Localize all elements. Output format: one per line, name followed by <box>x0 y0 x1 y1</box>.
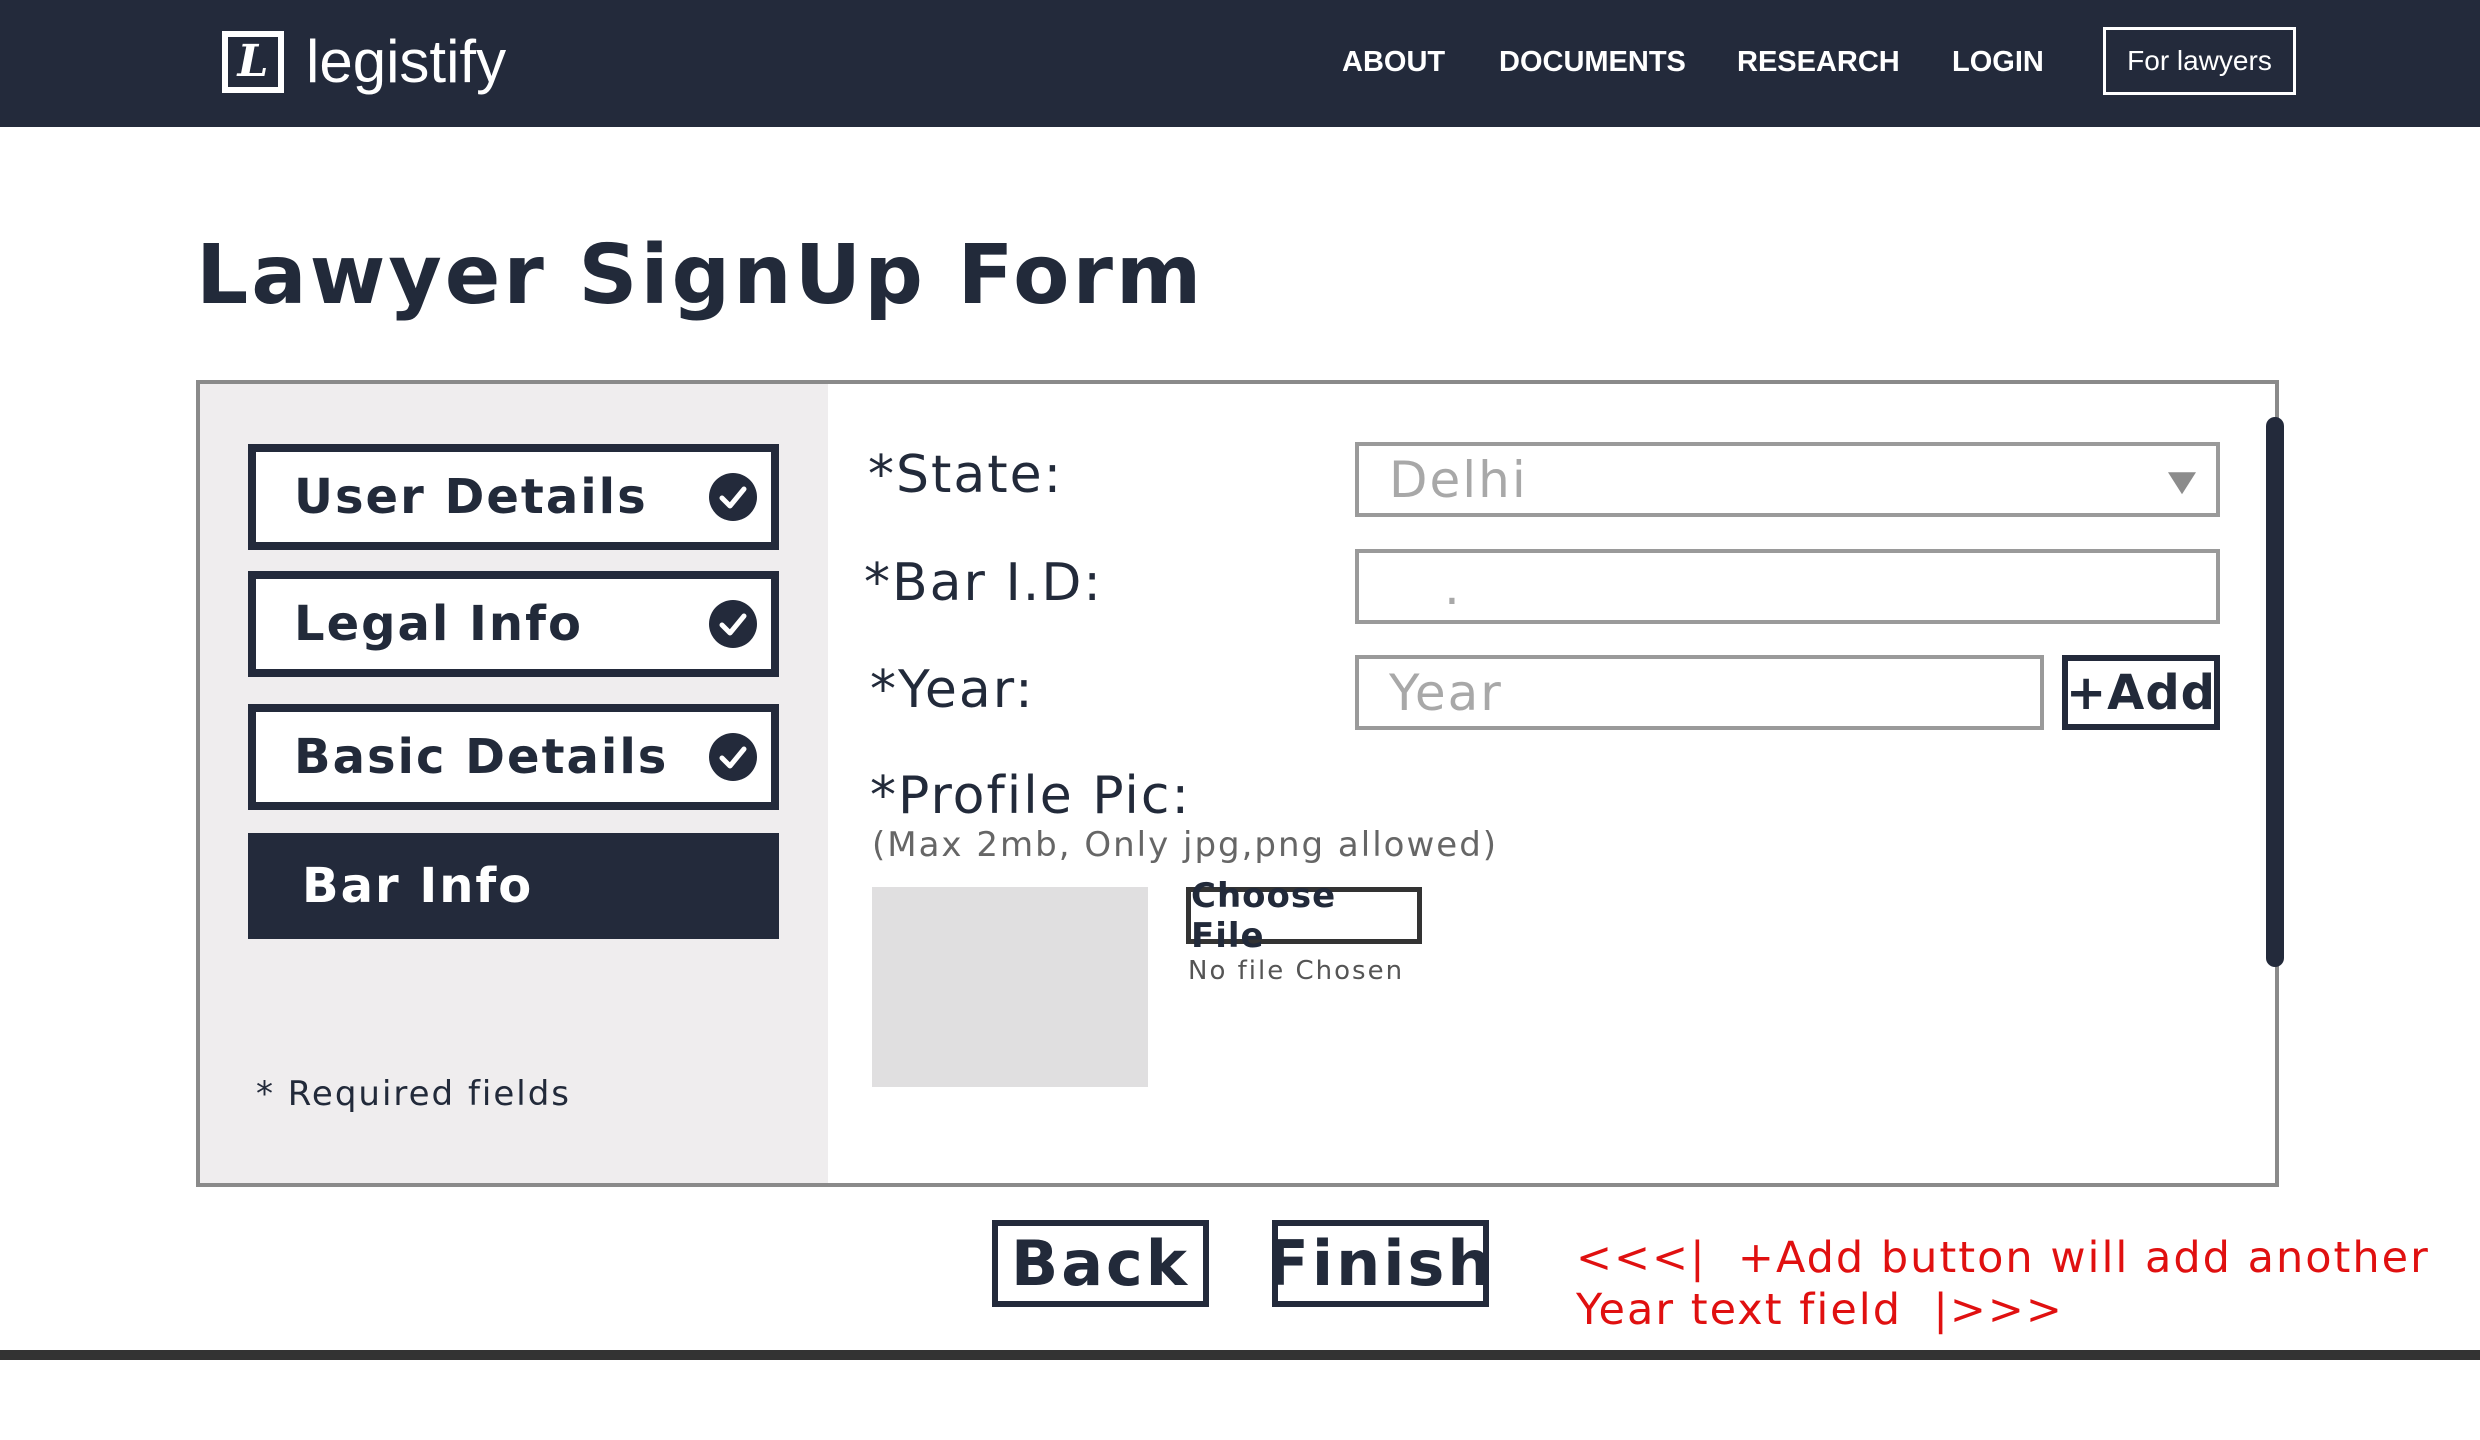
signup-page: L legistify ABOUT DOCUMENTS RESEARCH LOG… <box>0 0 2480 1440</box>
top-navbar: L legistify ABOUT DOCUMENTS RESEARCH LOG… <box>0 0 2480 127</box>
required-fields-note: * Required fields <box>256 1074 572 1114</box>
step-legal-info[interactable]: Legal Info <box>248 571 779 677</box>
annotation-line: <<<| +Add button will add another <box>1576 1233 2430 1283</box>
year-label: *Year: <box>870 660 1035 720</box>
state-select-value: Delhi <box>1389 450 1528 509</box>
state-label: *State: <box>868 445 1064 505</box>
logo-mark-icon: L <box>222 31 284 93</box>
step-user-details[interactable]: User Details <box>248 444 779 550</box>
finish-button[interactable]: Finish <box>1266 1220 1492 1307</box>
check-circle-icon <box>709 473 757 521</box>
step-bar-info[interactable]: Bar Info <box>248 833 779 939</box>
annotation-note: <<<| +Add button will add another Year t… <box>1576 1232 2430 1336</box>
nav-link-documents[interactable]: DOCUMENTS <box>1499 46 1686 79</box>
profile-pic-label: *Profile Pic: <box>870 766 1191 826</box>
state-select[interactable]: Delhi <box>1355 442 2220 517</box>
file-status: No file Chosen <box>1188 956 1405 986</box>
for-lawyers-button[interactable]: For lawyers <box>2103 27 2296 95</box>
step-label: Bar Info <box>302 858 534 914</box>
logo-text: legistify <box>306 28 507 95</box>
logo[interactable]: L legistify <box>222 30 506 94</box>
check-circle-icon <box>709 733 757 781</box>
check-circle-icon <box>709 600 757 648</box>
page-title: Lawyer SignUp Form <box>196 228 1205 323</box>
choose-file-button[interactable]: Choose File <box>1186 876 1422 956</box>
step-label: Basic Details <box>294 729 669 785</box>
chevron-down-icon <box>2168 471 2196 494</box>
step-basic-details[interactable]: Basic Details <box>248 704 779 810</box>
nav-link-research[interactable]: RESEARCH <box>1737 46 1900 79</box>
year-field[interactable] <box>1389 659 2040 726</box>
nav-link-login[interactable]: LOGIN <box>1952 46 2044 79</box>
footer-divider <box>0 1350 2480 1360</box>
nav-link-about[interactable]: ABOUT <box>1342 46 1445 79</box>
bar-id-field[interactable] <box>1389 553 2216 620</box>
bar-id-label: *Bar I.D: <box>864 553 1103 613</box>
year-input[interactable] <box>1355 655 2044 730</box>
step-label: User Details <box>294 469 648 525</box>
annotation-line: Year text field |>>> <box>1576 1285 2064 1335</box>
add-year-button[interactable]: +Add <box>2062 655 2220 730</box>
bar-id-input[interactable] <box>1355 549 2220 624</box>
profile-pic-preview <box>872 887 1148 1087</box>
back-button[interactable]: Back <box>992 1220 1209 1307</box>
step-label: Legal Info <box>294 596 583 652</box>
steps-sidebar: User Details Legal Info Basic Details Ba… <box>200 384 828 1183</box>
profile-pic-hint: (Max 2mb, Only jpg,png allowed) <box>872 825 1499 865</box>
form-scrollbar[interactable] <box>2266 417 2284 967</box>
